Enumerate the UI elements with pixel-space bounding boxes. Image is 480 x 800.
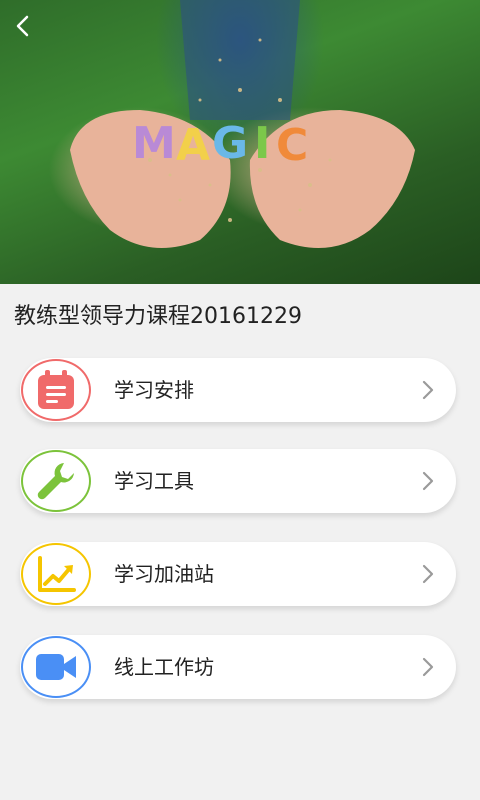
course-title: 教练型领导力课程20161229 [14,304,302,329]
menu-item-label: 学习安排 [114,378,194,402]
menu-item-online-workshop[interactable]: 线上工作坊 [20,635,456,699]
video-camera-icon [36,654,76,680]
wrench-icon [37,463,74,500]
hero-banner: M A G I C [0,0,480,284]
chart-up-icon [38,556,76,592]
chevron-right-icon [422,380,434,400]
back-button[interactable] [14,14,54,50]
svg-text:I: I [254,118,270,169]
menu-item-label: 线上工作坊 [114,655,214,679]
svg-text:M: M [132,118,176,169]
calendar-icon [38,370,74,409]
menu-item-study-schedule[interactable]: 学习安排 [20,358,456,422]
chart-up-icon-circle [21,543,91,605]
wrench-icon-circle [21,450,91,512]
chevron-left-icon [16,15,29,37]
svg-text:C: C [276,120,308,171]
chevron-right-icon [422,471,434,491]
calendar-icon-circle [21,359,91,421]
menu-item-study-station[interactable]: 学习加油站 [20,542,456,606]
video-camera-icon-circle [21,636,91,698]
chevron-right-icon [422,657,434,677]
hero-image: M A G I C [70,0,415,248]
menu-item-label: 学习加油站 [114,562,214,586]
menu-item-label: 学习工具 [114,469,194,493]
svg-text:G: G [212,118,248,169]
menu-item-study-tools[interactable]: 学习工具 [20,449,456,513]
chevron-right-icon [422,564,434,584]
svg-text:A: A [176,120,210,171]
